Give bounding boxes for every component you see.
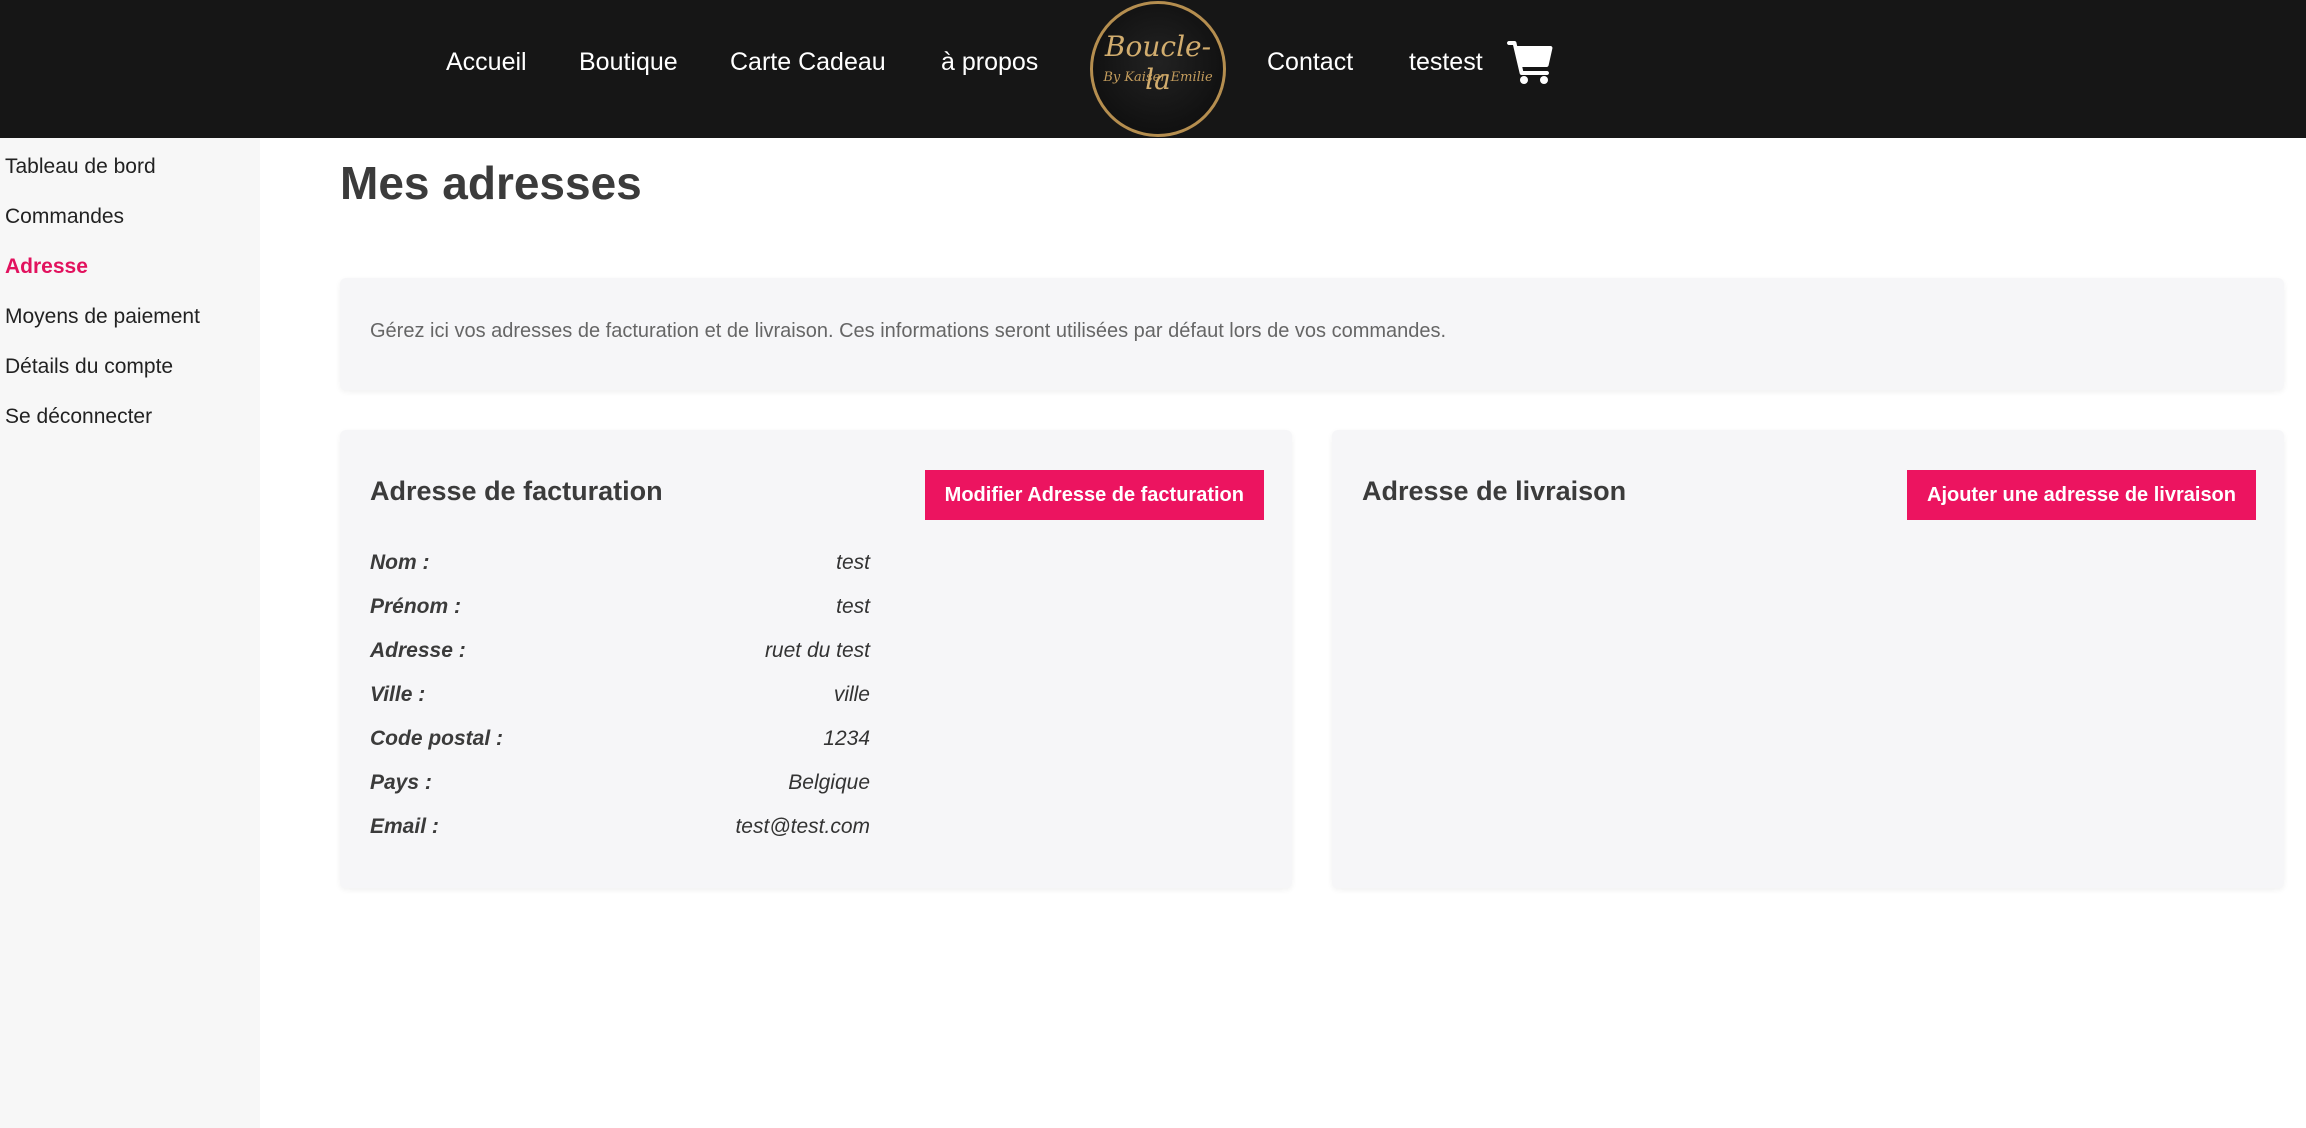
add-shipping-address-button[interactable]: Ajouter une adresse de livraison: [1907, 470, 2256, 520]
field-label: Pays :: [370, 771, 432, 794]
billing-address-title: Adresse de facturation: [370, 476, 663, 506]
billing-field-row: Code postal : 1234: [370, 727, 870, 757]
logo-title: Boucle-la: [1104, 30, 1212, 96]
billing-field-row: Ville : ville: [370, 683, 870, 713]
billing-field-row: Nom : test: [370, 551, 870, 581]
field-value: Belgique: [788, 771, 870, 794]
field-value: 1234: [823, 727, 870, 750]
field-label: Adresse :: [370, 639, 466, 662]
nav-link-boutique[interactable]: Boutique: [579, 44, 678, 80]
shopping-cart-icon[interactable]: [1506, 38, 1554, 86]
edit-billing-address-button[interactable]: Modifier Adresse de facturation: [924, 470, 1264, 520]
field-value: test: [836, 595, 870, 618]
account-sidebar: Tableau de bord Commandes Adresse Moyens…: [0, 138, 260, 1128]
sidebar-item-adresse[interactable]: Adresse: [5, 252, 88, 282]
page-title: Mes adresses: [340, 157, 642, 209]
billing-field-row: Prénom : test: [370, 595, 870, 625]
billing-field-row: Pays : Belgique: [370, 771, 870, 801]
nav-link-carte-cadeau[interactable]: Carte Cadeau: [730, 44, 886, 80]
nav-link-accueil[interactable]: Accueil: [446, 44, 527, 80]
sidebar-item-tableau-de-bord[interactable]: Tableau de bord: [5, 152, 156, 182]
field-label: Prénom :: [370, 595, 462, 618]
field-label: Nom :: [370, 551, 430, 574]
billing-address-card: Adresse de facturation Modifier Adresse …: [340, 430, 1292, 888]
billing-field-row: Email : test@test.com: [370, 815, 870, 845]
nav-link-a-propos[interactable]: à propos: [941, 44, 1038, 80]
shipping-address-card: Adresse de livraison Ajouter une adresse…: [1332, 430, 2284, 888]
sidebar-item-se-deconnecter[interactable]: Se déconnecter: [5, 402, 152, 432]
info-notice: Gérez ici vos adresses de facturation et…: [340, 278, 2284, 390]
field-label: Ville :: [370, 683, 426, 706]
billing-field-row: Adresse : ruet du test: [370, 639, 870, 669]
field-value: ville: [833, 683, 870, 706]
field-value: test@test.com: [735, 815, 870, 838]
sidebar-item-details-du-compte[interactable]: Détails du compte: [5, 352, 173, 382]
nav-link-contact[interactable]: Contact: [1267, 44, 1353, 80]
sidebar-item-commandes[interactable]: Commandes: [5, 202, 124, 232]
field-value: ruet du test: [764, 639, 870, 662]
shipping-address-title: Adresse de livraison: [1362, 476, 1627, 506]
top-navigation-bar: Accueil Boutique Carte Cadeau à propos B…: [0, 0, 2306, 138]
field-label: Email :: [370, 815, 439, 838]
nav-link-account[interactable]: testest: [1409, 44, 1483, 80]
field-label: Code postal :: [370, 727, 504, 750]
sidebar-item-moyens-de-paiement[interactable]: Moyens de paiement: [5, 302, 200, 332]
info-text: Gérez ici vos adresses de facturation et…: [370, 320, 1447, 342]
field-value: test: [836, 551, 870, 574]
logo-subtitle: By Kaiser Emilie: [1103, 70, 1213, 85]
brand-logo[interactable]: Boucle-la By Kaiser Emilie: [1090, 1, 1226, 137]
